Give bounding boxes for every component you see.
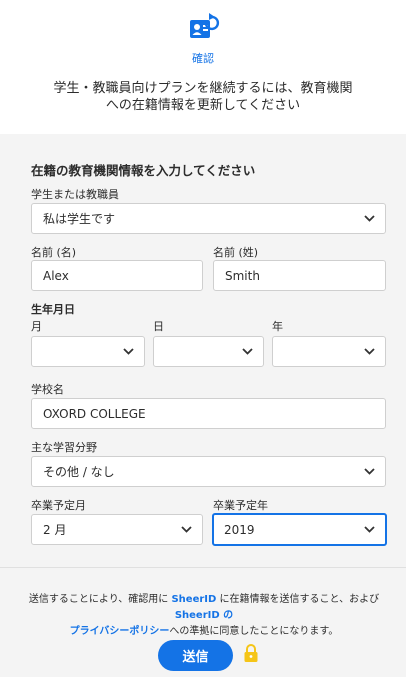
form-section-title: 在籍の教育機関情報を入力してください [31,163,256,178]
birth-day-select[interactable] [153,336,264,367]
sheerid-privacy-owner-link[interactable]: SheerID の [175,610,233,621]
grad-year-label: 卒業予定年 [213,499,268,512]
submit-button[interactable]: 送信 [158,640,233,671]
consent-part-3: への準拠に同意したことになります。 [169,626,339,637]
grad-month-label: 卒業予定月 [31,499,86,512]
birth-year-select[interactable] [272,336,386,367]
chevron-down-icon [364,214,375,222]
last-name-field[interactable]: Smith [213,260,386,291]
chevron-down-icon [123,347,134,355]
first-name-label: 名前 (名) [31,246,77,259]
chevron-down-icon [181,525,192,533]
grad-month-value: 2 月 [43,523,67,537]
last-name-value: Smith [225,268,260,283]
role-select-value: 私は学生です [43,212,116,226]
sheerid-link[interactable]: SheerID [171,594,216,605]
chevron-down-icon [242,347,253,355]
first-name-value: Alex [43,268,69,283]
page-headline: 学生・教職員向けプランを継続するには、教育機関 への在籍情報を更新してください [30,80,376,114]
consent-part-2: に在籍情報を送信すること、および [216,594,380,605]
school-label: 学校名 [31,383,64,396]
birth-month-label: 月 [31,320,42,333]
school-value: OXORD COLLEGE [43,406,146,421]
id-card-refresh-icon [189,12,221,44]
lock-icon [243,643,259,663]
birth-month-select[interactable] [31,336,145,367]
major-label: 主な学習分野 [31,441,97,454]
birth-day-label: 日 [153,320,164,333]
headline-line-1: 学生・教職員向けプランを継続するには、教育機関 [53,81,353,96]
consent-part-1: 送信することにより、確認用に [28,594,172,605]
consent-text: 送信することにより、確認用に SheerID に在籍情報を送信すること、および … [14,592,394,640]
grad-month-select[interactable]: 2 月 [31,514,203,545]
chevron-down-icon [364,347,375,355]
role-select[interactable]: 私は学生です [31,203,386,234]
headline-line-2: への在籍情報を更新してください [105,98,301,113]
school-field[interactable]: OXORD COLLEGE [31,398,386,429]
chevron-down-icon [364,525,375,533]
role-label: 学生または教職員 [31,188,119,201]
major-select[interactable]: その他 / なし [31,456,386,487]
grad-year-select[interactable]: 2019 [212,513,387,546]
birth-year-label: 年 [272,320,283,333]
first-name-field[interactable]: Alex [31,260,203,291]
chevron-down-icon [364,467,375,475]
step-label: 確認 [192,52,214,65]
last-name-label: 名前 (姓) [213,246,259,259]
grad-year-value: 2019 [224,522,255,537]
birth-date-label: 生年月日 [31,303,75,316]
privacy-policy-link[interactable]: プライバシーポリシー [70,626,170,637]
major-value: その他 / なし [43,465,115,479]
